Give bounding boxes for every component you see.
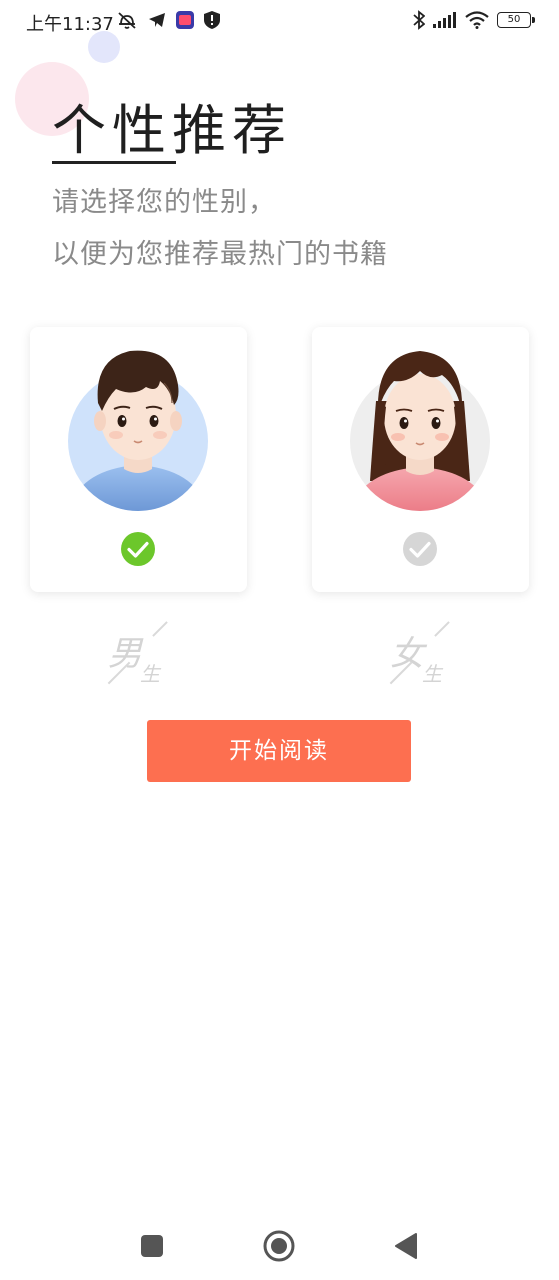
gender-label-female: 女 生: [380, 620, 460, 690]
check-unselected-icon[interactable]: [402, 531, 438, 567]
system-nav-bar: [0, 1210, 559, 1280]
telegram-icon: [149, 13, 165, 27]
app-badge-icon: [176, 11, 194, 29]
decorative-slash: [152, 621, 168, 637]
page-title: 个性推荐: [52, 99, 292, 162]
status-notification-icons: [116, 10, 220, 30]
recents-button[interactable]: [136, 1230, 168, 1262]
gender-card-female[interactable]: [312, 327, 529, 592]
home-icon: [263, 1230, 295, 1262]
home-button[interactable]: [263, 1230, 295, 1262]
gender-label-sub: 生: [140, 662, 160, 686]
battery-icon: 50: [497, 12, 535, 28]
check-selected-icon[interactable]: [120, 531, 156, 567]
back-button[interactable]: [390, 1230, 422, 1262]
boy-avatar: [68, 350, 208, 511]
gender-label-male: 男 生: [98, 620, 178, 690]
status-system-icons: 50: [413, 10, 535, 30]
title-underline: [52, 161, 176, 164]
back-icon: [395, 1233, 417, 1259]
signal-icon: [433, 12, 456, 28]
wifi-icon: [465, 11, 489, 29]
gender-card-male[interactable]: [30, 327, 247, 592]
alarm-off-icon: [118, 12, 136, 29]
gender-label-sub: 生: [422, 662, 442, 686]
status-bar: 上午11:37 50: [0, 0, 559, 40]
recents-icon: [141, 1235, 163, 1257]
decorative-slash: [434, 621, 450, 637]
subtitle-line-1: 请选择您的性别，: [52, 187, 276, 218]
start-reading-button[interactable]: 开始阅读: [147, 720, 411, 782]
subtitle-line-2: 以便为您推荐最热门的书籍: [52, 239, 388, 270]
bluetooth-icon: [413, 10, 425, 30]
shield-icon: [204, 11, 220, 29]
decorative-circle-blue: [88, 31, 120, 63]
girl-avatar: [350, 351, 490, 511]
